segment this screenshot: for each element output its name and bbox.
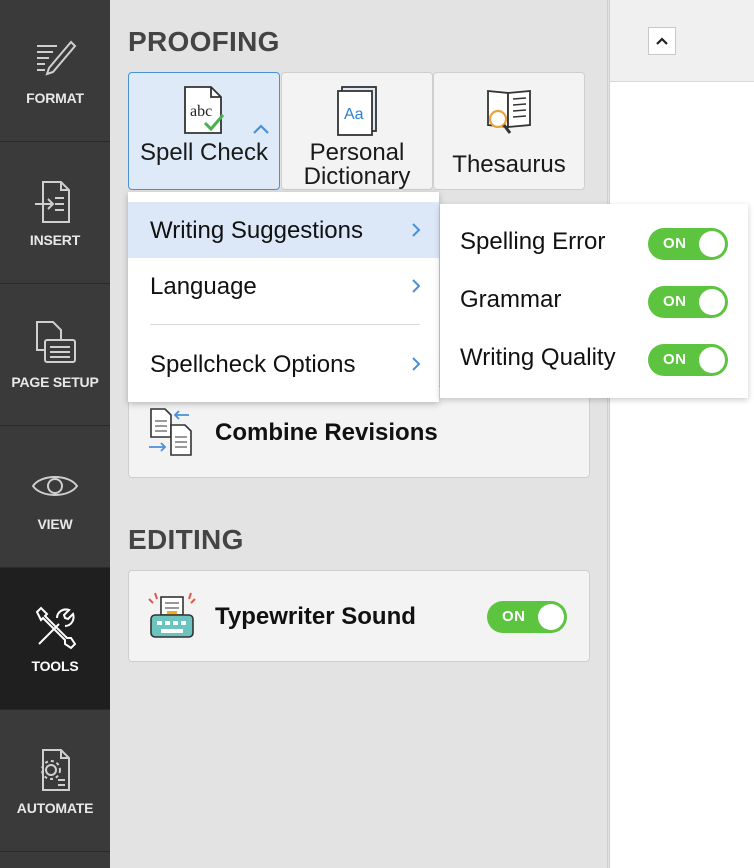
chevron-right-icon bbox=[412, 279, 421, 293]
typewriter-icon bbox=[148, 592, 196, 638]
tools-panel: PROOFING abc Spell Check Aa Personal Dic… bbox=[110, 0, 608, 868]
rail-label: INSERT bbox=[29, 231, 81, 248]
writing-quality-toggle[interactable]: ON bbox=[648, 344, 728, 376]
grammar-toggle[interactable]: ON bbox=[648, 286, 728, 318]
menu-item-language[interactable]: Language bbox=[128, 258, 439, 314]
menu-item-label: Writing Suggestions bbox=[150, 217, 363, 244]
thesaurus-label: Thesaurus bbox=[452, 151, 566, 178]
rail-item-automate[interactable]: AUTOMATE bbox=[0, 710, 110, 852]
spelling-error-toggle[interactable]: ON bbox=[648, 228, 728, 260]
automate-icon bbox=[41, 748, 70, 791]
spelling-error-row: Spelling Error ON bbox=[440, 204, 748, 262]
rail-label: FORMAT bbox=[26, 89, 84, 106]
toggle-state: ON bbox=[502, 608, 526, 625]
tools-icon bbox=[35, 606, 77, 649]
rail-label: AUTOMATE bbox=[16, 799, 94, 816]
toggle-knob bbox=[699, 289, 725, 315]
personal-dictionary-button[interactable]: Aa Personal Dictionary bbox=[281, 72, 433, 190]
typewriter-sound-row: Typewriter Sound ON bbox=[128, 570, 590, 662]
writing-quality-label: Writing Quality bbox=[460, 344, 616, 371]
writing-quality-row: Writing Quality ON bbox=[440, 320, 748, 378]
doc-toolbar bbox=[610, 0, 754, 82]
toggle-state: ON bbox=[663, 293, 687, 310]
toggle-state: ON bbox=[663, 235, 687, 252]
collapse-button[interactable] bbox=[648, 27, 676, 55]
dictionary-icon: Aa bbox=[337, 86, 377, 136]
page-setup-icon bbox=[36, 320, 76, 363]
chevron-up-icon bbox=[656, 37, 668, 45]
rail-label: TOOLS bbox=[31, 657, 79, 674]
proofing-title: PROOFING bbox=[128, 26, 280, 57]
toggle-knob bbox=[699, 347, 725, 373]
spell-check-label: Spell Check bbox=[139, 139, 269, 166]
rail-item-format[interactable]: FORMAT bbox=[0, 0, 110, 142]
spell-check-icon: abc bbox=[184, 86, 225, 134]
spelling-error-label: Spelling Error bbox=[460, 228, 606, 255]
toggle-state: ON bbox=[663, 351, 687, 368]
chevron-right-icon bbox=[412, 357, 421, 371]
rail-item-tools[interactable]: TOOLS bbox=[0, 568, 110, 710]
personal-dictionary-label: Personal Dictionary bbox=[303, 139, 411, 190]
grammar-row: Grammar ON bbox=[440, 262, 748, 320]
typewriter-sound-label: Typewriter Sound bbox=[215, 603, 416, 630]
pen-icon bbox=[37, 40, 77, 76]
svg-text:abc: abc bbox=[190, 103, 212, 120]
chevron-up-icon bbox=[253, 124, 269, 134]
menu-item-writing-suggestions[interactable]: Writing Suggestions bbox=[128, 202, 439, 258]
chevron-right-icon bbox=[412, 223, 421, 237]
insert-doc-icon bbox=[35, 180, 70, 223]
rail-item-view[interactable]: VIEW bbox=[0, 426, 110, 568]
toggle-knob bbox=[699, 231, 725, 257]
combine-revisions-label: Combine Revisions bbox=[215, 419, 438, 446]
writing-suggestions-submenu: Spelling Error ON Grammar ON Writing Qua… bbox=[440, 204, 748, 398]
combine-revisions-icon bbox=[149, 408, 192, 456]
rail-item-insert[interactable]: INSERT bbox=[0, 142, 110, 284]
menu-item-spellcheck-options[interactable]: Spellcheck Options bbox=[128, 336, 439, 392]
grammar-label: Grammar bbox=[460, 286, 562, 313]
spell-check-menu: Writing Suggestions Language Spellcheck … bbox=[128, 192, 439, 402]
rail-label: VIEW bbox=[37, 515, 73, 532]
menu-item-label: Spellcheck Options bbox=[150, 351, 356, 378]
editing-title: EDITING bbox=[128, 524, 244, 555]
menu-divider bbox=[150, 324, 420, 325]
spell-check-button[interactable]: abc Spell Check bbox=[128, 72, 280, 190]
rail-item-page-setup[interactable]: PAGE SETUP bbox=[0, 284, 110, 426]
toggle-knob bbox=[538, 604, 564, 630]
document-area bbox=[609, 0, 754, 868]
eye-icon bbox=[31, 475, 79, 496]
left-rail: FORMAT INSERT PAGE SETUP VIEW TOOLS AUTO… bbox=[0, 0, 110, 868]
svg-text:Aa: Aa bbox=[344, 106, 364, 123]
rail-label: PAGE SETUP bbox=[11, 373, 99, 390]
menu-item-label: Language bbox=[150, 273, 257, 300]
typewriter-sound-toggle[interactable]: ON bbox=[487, 601, 567, 633]
thesaurus-button[interactable]: Thesaurus bbox=[433, 72, 585, 190]
thesaurus-icon bbox=[487, 90, 531, 134]
